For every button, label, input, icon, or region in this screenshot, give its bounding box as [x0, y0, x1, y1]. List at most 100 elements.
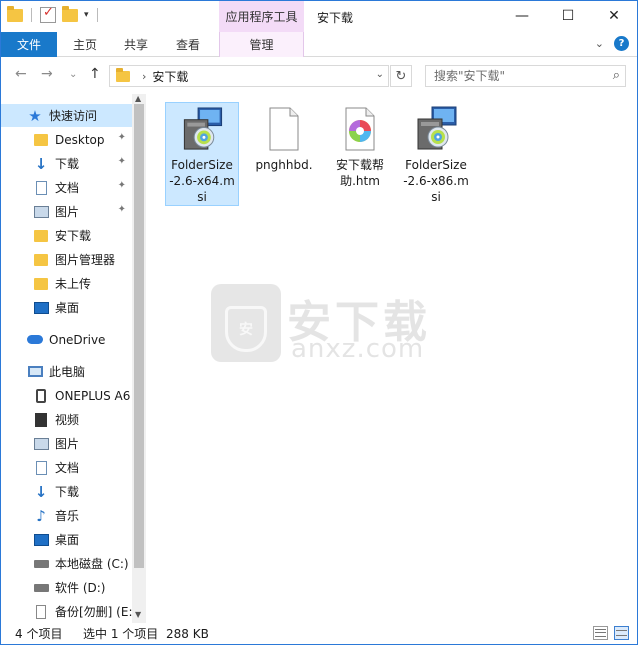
- star-icon: ★: [28, 106, 42, 125]
- address-history-chevron-icon[interactable]: ⌄: [376, 69, 384, 80]
- context-tab-header: 应用程序工具: [219, 1, 304, 32]
- sidebar-item-documents-pc[interactable]: 文档: [1, 456, 132, 479]
- sidebar-item-label: 图片管理器: [55, 253, 116, 267]
- sidebar-item-downloads-pc[interactable]: ↓ 下载: [1, 480, 132, 503]
- minimize-button[interactable]: —: [499, 1, 545, 31]
- sidebar-item-label: 软件 (D:): [55, 581, 106, 595]
- sidebar-item-anxz[interactable]: 安下载: [1, 224, 132, 247]
- blank-file-icon: [269, 107, 299, 151]
- scroll-up-chevron-icon[interactable]: ▲: [135, 94, 141, 103]
- drive-icon: [33, 556, 49, 572]
- search-box[interactable]: ⌕: [425, 65, 626, 87]
- pin-icon[interactable]: ✦: [118, 204, 126, 215]
- sidebar-item-label: 快速访问: [49, 109, 98, 123]
- up-button[interactable]: ↑: [89, 66, 101, 82]
- file-item[interactable]: FolderSize -2.6-x86.m si: [399, 102, 473, 205]
- picture-icon: [33, 204, 49, 220]
- breadcrumb-path[interactable]: 安下载: [152, 68, 188, 85]
- download-icon: ↓: [34, 154, 48, 173]
- back-button[interactable]: ←: [15, 66, 27, 82]
- tab-share[interactable]: 共享: [114, 32, 158, 57]
- tab-home[interactable]: 主页: [63, 32, 107, 57]
- folder-icon: [33, 228, 49, 244]
- sidebar-item-drive-c[interactable]: 本地磁盘 (C:): [1, 552, 132, 575]
- sidebar-item-documents[interactable]: 文档 ✦: [1, 176, 132, 199]
- folder-icon: [33, 252, 49, 268]
- selection-size: 288 KB: [166, 626, 209, 641]
- sidebar-scrollbar[interactable]: ▲ ▼: [132, 94, 146, 623]
- ribbon-right-controls: ⌄ ?: [595, 36, 629, 51]
- picture-icon: [33, 436, 49, 452]
- sidebar-item-onedrive[interactable]: OneDrive: [1, 328, 132, 351]
- expand-ribbon-chevron-icon[interactable]: ⌄: [595, 37, 604, 50]
- file-item[interactable]: pnghhbd.: [247, 102, 321, 173]
- sidebar-item-videos[interactable]: 视频: [1, 408, 132, 431]
- sidebar-item-desktop-quick[interactable]: 桌面: [1, 296, 132, 319]
- view-switcher: [593, 626, 629, 640]
- sidebar-item-this-pc[interactable]: 此电脑: [1, 360, 132, 383]
- sidebar-item-label: 本地磁盘 (C:): [55, 557, 129, 571]
- document-icon: [33, 460, 49, 476]
- sidebar-item-drive-d[interactable]: 软件 (D:): [1, 576, 132, 599]
- help-icon[interactable]: ?: [614, 36, 629, 51]
- address-bar[interactable]: › 安下载 ⌄: [109, 65, 389, 87]
- phone-icon: [33, 388, 49, 404]
- tab-view[interactable]: 查看: [166, 32, 210, 57]
- sidebar-item-label: 音乐: [55, 509, 80, 523]
- ribbon-tabs: 文件 主页 共享 查看 管理 ⌄ ?: [1, 32, 637, 57]
- pin-icon[interactable]: ✦: [118, 180, 126, 191]
- folder-icon: [7, 5, 23, 22]
- watermark-shield-char: 安: [225, 306, 267, 352]
- new-folder-icon[interactable]: [62, 5, 78, 22]
- recent-locations-chevron-icon[interactable]: ⌄: [69, 69, 77, 80]
- scroll-down-chevron-icon[interactable]: ▼: [135, 610, 141, 619]
- watermark: 安 安下载 anxz.com: [211, 284, 441, 364]
- sidebar-item-label: 文档: [55, 181, 80, 195]
- music-icon: ♪: [36, 506, 46, 525]
- forward-button[interactable]: →: [41, 66, 53, 82]
- search-icon[interactable]: ⌕: [613, 68, 620, 83]
- large-icons-view-icon[interactable]: [614, 626, 629, 640]
- file-item[interactable]: 安下载帮 助.htm: [323, 102, 397, 189]
- sidebar-item-label: 未上传: [55, 277, 92, 291]
- file-item[interactable]: FolderSize -2.6-x64.m si: [165, 102, 239, 206]
- sidebar-item-picture-manager[interactable]: 图片管理器: [1, 248, 132, 271]
- details-view-icon[interactable]: [593, 626, 608, 640]
- maximize-button[interactable]: ☐: [545, 1, 591, 31]
- scrollbar-thumb[interactable]: [134, 104, 144, 568]
- document-icon: [33, 180, 49, 196]
- sidebar-item-label: 图片: [55, 205, 80, 219]
- pin-icon[interactable]: ✦: [118, 132, 126, 143]
- sidebar-item-label: 此电脑: [49, 365, 86, 379]
- sidebar-item-desktop[interactable]: Desktop ✦: [1, 128, 132, 151]
- search-input[interactable]: [434, 69, 604, 83]
- close-button[interactable]: ✕: [591, 1, 637, 31]
- pin-icon[interactable]: ✦: [118, 156, 126, 167]
- sidebar-item-label: Desktop: [55, 132, 105, 147]
- sidebar-item-label: OneDrive: [49, 332, 106, 347]
- toolbar-divider: [96, 8, 98, 22]
- refresh-button[interactable]: ↻: [390, 65, 412, 87]
- properties-icon[interactable]: [40, 5, 56, 23]
- breadcrumb-separator-icon[interactable]: ›: [142, 70, 146, 83]
- window-title: 安下载: [317, 11, 354, 25]
- folder-icon: [33, 276, 49, 292]
- cloud-icon: [27, 332, 43, 348]
- sidebar-item-music[interactable]: ♪ 音乐: [1, 504, 132, 527]
- sidebar-item-desktop-pc[interactable]: 桌面: [1, 528, 132, 551]
- customize-toolbar-chevron-icon[interactable]: ▾: [84, 10, 89, 20]
- sidebar-item-label: 下载: [55, 485, 80, 499]
- installer-icon: [417, 106, 457, 150]
- watermark-text-en: anxz.com: [291, 334, 425, 364]
- desktop-icon: [33, 300, 49, 316]
- sidebar-item-not-uploaded[interactable]: 未上传: [1, 272, 132, 295]
- tab-file[interactable]: 文件: [1, 32, 57, 57]
- tab-manage[interactable]: 管理: [219, 32, 304, 57]
- sidebar-item-drive-e[interactable]: 备份[勿删] (E:: [1, 600, 133, 623]
- sidebar-item-quick-access[interactable]: ★ 快速访问: [1, 104, 132, 127]
- sidebar-item-pictures-pc[interactable]: 图片: [1, 432, 132, 455]
- download-icon: ↓: [34, 482, 48, 501]
- sidebar-item-oneplus[interactable]: ONEPLUS A6: [1, 384, 132, 407]
- sidebar-item-downloads[interactable]: ↓ 下载 ✦: [1, 152, 132, 175]
- sidebar-item-pictures[interactable]: 图片 ✦: [1, 200, 132, 223]
